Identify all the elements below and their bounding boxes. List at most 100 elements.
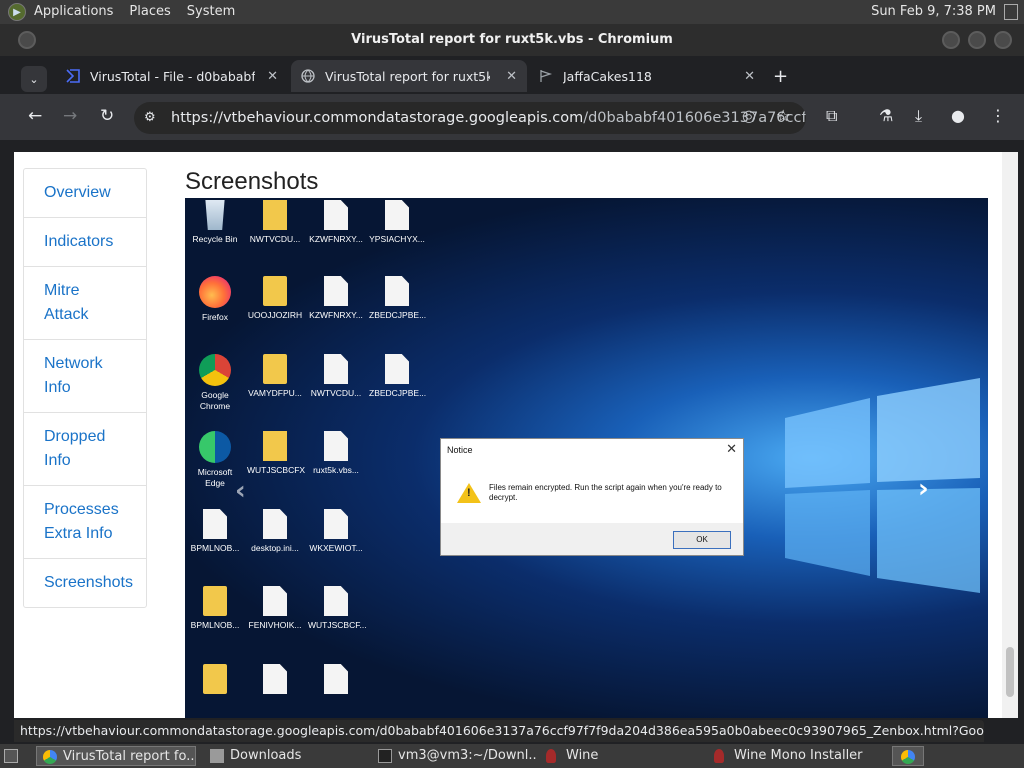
- close-icon[interactable]: ✕: [267, 69, 278, 84]
- file-icon[interactable]: WKXEWIOT...: [308, 509, 364, 554]
- forward-arrow-icon[interactable]: →: [63, 106, 77, 126]
- sidebar-item-label: Indicators: [44, 233, 114, 250]
- taskbar-item-chromium-small[interactable]: [892, 746, 924, 766]
- scrollbar-thumb[interactable]: [1006, 647, 1014, 697]
- zip-folder-icon[interactable]: NWTVCDU...: [247, 200, 303, 245]
- file-icon[interactable]: KZWFNRXY...: [308, 200, 364, 245]
- address-bar[interactable]: ⚙ https://vtbehaviour.commondatastorage.…: [134, 102, 806, 134]
- taskbar-item-wine-mono-installer[interactable]: Wine Mono Installer: [708, 746, 888, 766]
- flask-icon[interactable]: ⚗: [879, 106, 893, 125]
- system-menu[interactable]: System: [179, 0, 243, 24]
- file-icon[interactable]: WUTJSCBCF...: [308, 586, 367, 631]
- applications-menu[interactable]: Applications: [26, 0, 121, 24]
- menu-kebab-icon[interactable]: ⋮: [990, 106, 1006, 125]
- eye-off-icon[interactable]: ◎: [742, 106, 756, 125]
- sidebar-item-label: Info: [44, 452, 71, 469]
- window-titlebar[interactable]: VirusTotal report for ruxt5k.vbs - Chrom…: [0, 24, 1024, 56]
- file-icon[interactable]: [308, 664, 364, 698]
- sidebar-item-label: Processes: [44, 501, 119, 518]
- window-menu-button[interactable]: [18, 31, 36, 49]
- sidebar-item-label: Network: [44, 355, 103, 372]
- folder-icon[interactable]: UOOJJOZIRH: [247, 276, 303, 321]
- sidebar-item-overview[interactable]: Overview: [24, 169, 146, 218]
- window-title: VirusTotal report for ruxt5k.vbs - Chrom…: [351, 32, 673, 47]
- sidebar-item-label: Extra Info: [44, 525, 113, 542]
- gnome-foot-icon[interactable]: ▶: [8, 3, 26, 21]
- file-icon[interactable]: FENIVHOIK...: [247, 586, 303, 631]
- sidebar-item-indicators[interactable]: Indicators: [24, 218, 146, 267]
- chromium-icon: [901, 750, 915, 764]
- file-icon[interactable]: BPMLNOB...: [187, 509, 243, 554]
- wine-glass-icon: [714, 749, 724, 763]
- file-icon[interactable]: KZWFNRXY...: [308, 276, 364, 321]
- taskbar-item-terminal[interactable]: vm3@vm3:~/Downl...: [372, 746, 538, 766]
- virustotal-icon: [66, 69, 80, 83]
- site-info-icon[interactable]: ⚙: [144, 102, 156, 134]
- taskbar-item-downloads[interactable]: Downloads: [204, 746, 364, 766]
- file-icon[interactable]: NWTVCDU...: [308, 354, 364, 399]
- sidebar-item-network-info[interactable]: Network Info: [24, 340, 146, 413]
- tab-jaffacakes[interactable]: JaffaCakes118 ✕: [529, 60, 765, 92]
- chrome-icon[interactable]: Google Chrome: [187, 354, 243, 412]
- sidebar-item-label: Mitre: [44, 282, 80, 299]
- panel-indicator-icon[interactable]: [1004, 4, 1018, 20]
- file-icon[interactable]: YPSIACHYX...: [369, 200, 425, 245]
- sidebar-item-label: Info: [44, 379, 71, 396]
- minimize-button[interactable]: [942, 31, 960, 49]
- taskbar-item-wine[interactable]: Wine: [540, 746, 704, 766]
- places-menu[interactable]: Places: [121, 0, 178, 24]
- terminal-icon: [378, 749, 392, 763]
- sidebar-item-screenshots[interactable]: Screenshots: [24, 559, 146, 607]
- taskbar: VirusTotal report fo... Downloads vm3@vm…: [0, 744, 1024, 768]
- top-panel: ▶ Applications Places System Sun Feb 9, …: [0, 0, 1024, 24]
- carousel-next-icon[interactable]: ›: [918, 474, 929, 504]
- status-url-bubble: https://vtbehaviour.commondatastorage.go…: [14, 720, 984, 742]
- folder-icon[interactable]: [187, 664, 243, 698]
- dialog-message: Files remain encrypted. Run the script a…: [489, 483, 722, 502]
- folder-icon[interactable]: BPMLNOB...: [187, 586, 243, 631]
- download-icon[interactable]: ⤓: [915, 106, 922, 126]
- close-window-button[interactable]: [994, 31, 1012, 49]
- clock[interactable]: Sun Feb 9, 7:38 PM: [871, 0, 996, 24]
- dialog-body: ! Files remain encrypted. Run the script…: [441, 463, 743, 523]
- file-icon[interactable]: [247, 664, 303, 698]
- sidebar-item-label: Attack: [44, 306, 89, 323]
- web-content: Overview Indicators Mitre Attack Network I…: [14, 152, 1018, 718]
- ok-button[interactable]: OK: [673, 531, 731, 549]
- tab-strip: ⌄ VirusTotal - File - d0bababf4 ✕ VirusT…: [0, 56, 1024, 94]
- screenshot-carousel[interactable]: Recycle Bin Firefox Google Chrome Micros…: [185, 198, 988, 718]
- sidebar-item-mitre-attack[interactable]: Mitre Attack: [24, 267, 146, 340]
- new-tab-button[interactable]: +: [773, 66, 788, 87]
- folder-icon: [210, 749, 224, 763]
- sidebar-item-processes-extra-info[interactable]: Processes Extra Info: [24, 486, 146, 559]
- maximize-button[interactable]: [968, 31, 986, 49]
- close-icon[interactable]: ✕: [726, 441, 737, 457]
- file-icon[interactable]: desktop.ini...: [247, 509, 303, 554]
- page-scrollbar[interactable]: [1002, 152, 1018, 718]
- tab-search-button[interactable]: ⌄: [21, 66, 47, 92]
- back-arrow-icon[interactable]: ←: [28, 106, 42, 126]
- recycle-bin-icon[interactable]: Recycle Bin: [187, 200, 243, 245]
- close-icon[interactable]: ✕: [744, 69, 755, 84]
- carousel-prev-icon[interactable]: ‹: [235, 476, 246, 506]
- tab-title: JaffaCakes118: [563, 68, 652, 84]
- firefox-icon[interactable]: Firefox: [187, 276, 243, 323]
- taskbar-item-chromium[interactable]: VirusTotal report fo...: [36, 746, 196, 766]
- folder-icon[interactable]: VAMYDFPU...: [247, 354, 303, 399]
- bookmark-star-icon[interactable]: ☆: [776, 106, 790, 125]
- close-icon[interactable]: ✕: [506, 69, 517, 84]
- show-desktop-icon[interactable]: [4, 749, 18, 763]
- sidebar-item-dropped-info[interactable]: Dropped Info: [24, 413, 146, 486]
- file-icon[interactable]: ruxt5k.vbs...: [308, 431, 364, 476]
- file-icon[interactable]: ZBEDCJPBE...: [369, 276, 426, 321]
- tab-virustotal-file[interactable]: VirusTotal - File - d0bababf4 ✕: [56, 60, 288, 92]
- file-icon[interactable]: ZBEDCJPBE...: [369, 354, 426, 399]
- flag-icon: [540, 70, 553, 82]
- tab-virustotal-report[interactable]: VirusTotal report for ruxt5k.v ✕: [291, 60, 527, 92]
- profile-icon[interactable]: ●: [951, 106, 965, 125]
- extensions-icon[interactable]: ⧉: [826, 106, 837, 126]
- sidebar-nav: Overview Indicators Mitre Attack Network I…: [23, 168, 147, 608]
- browser-toolbar: ← → ↻ ⚙ https://vtbehaviour.commondatast…: [0, 94, 1024, 140]
- reload-icon[interactable]: ↻: [100, 106, 114, 126]
- zip-folder-icon[interactable]: WUTJSCBCFX: [247, 431, 305, 476]
